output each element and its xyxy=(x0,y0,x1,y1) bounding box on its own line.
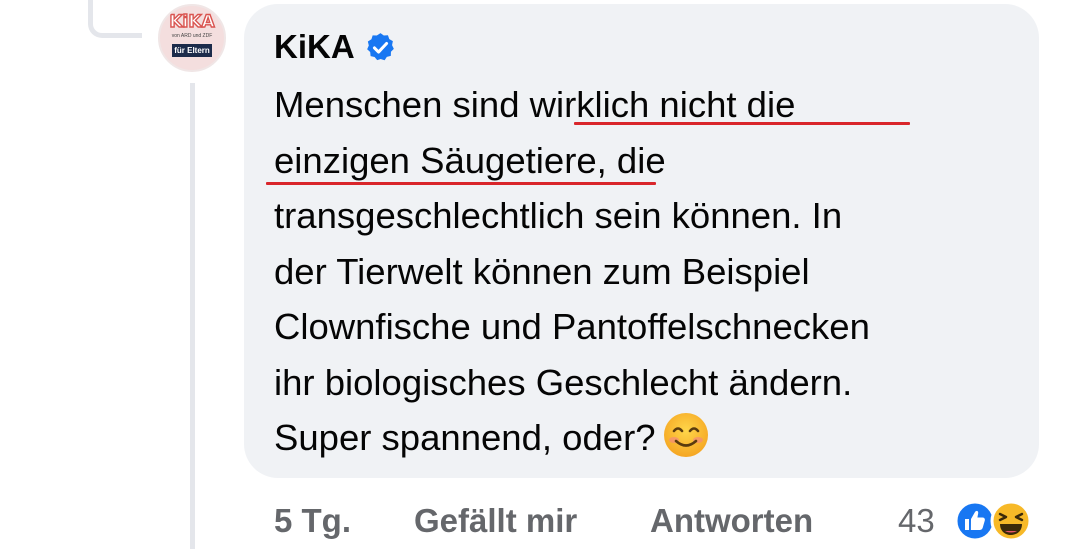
thread-connector-line xyxy=(88,0,142,38)
comment-line: ihr biologisches Geschlecht ändern. xyxy=(274,361,853,403)
comment-timestamp[interactable]: 5 Tg. xyxy=(274,496,351,546)
comment-line: transgeschlechtlich sein können. In xyxy=(274,195,843,236)
avatar-logo-subtitle: von ARD und ZDF xyxy=(171,33,213,39)
comment-line-last: Super spannend, oder? xyxy=(274,410,1014,466)
comment-line: Clownfische und Pantoffelschnecken xyxy=(274,306,870,347)
avatar[interactable]: KiKA von ARD und ZDF für Eltern xyxy=(158,4,226,72)
comment-line: der Tierwelt können zum Beispiel xyxy=(274,250,810,292)
haha-reaction-icon[interactable] xyxy=(990,500,1032,542)
comment-author-row: KiKA xyxy=(274,24,397,70)
comment-text: Menschen sind wirklich nicht die einzige… xyxy=(274,77,1014,466)
thread-line xyxy=(190,83,195,549)
comment-line-text: Super spannend, oder? xyxy=(274,417,656,458)
avatar-logo-text: KiKA xyxy=(169,12,216,32)
author-name[interactable]: KiKA xyxy=(274,24,355,70)
comment-actions: 5 Tg. Gefällt mir Antworten 43 xyxy=(274,496,1054,546)
verified-badge-icon xyxy=(366,32,394,60)
highlight-underline xyxy=(266,182,656,185)
comment-line: einzigen Säugetiere, die xyxy=(274,139,666,181)
reply-button[interactable]: Antworten xyxy=(650,496,813,546)
highlight-underline xyxy=(574,122,910,125)
reaction-count[interactable]: 43 xyxy=(898,496,935,546)
smiling-face-emoji-icon xyxy=(663,413,708,457)
avatar-badge: für Eltern xyxy=(172,44,212,57)
like-button[interactable]: Gefällt mir xyxy=(414,496,577,546)
